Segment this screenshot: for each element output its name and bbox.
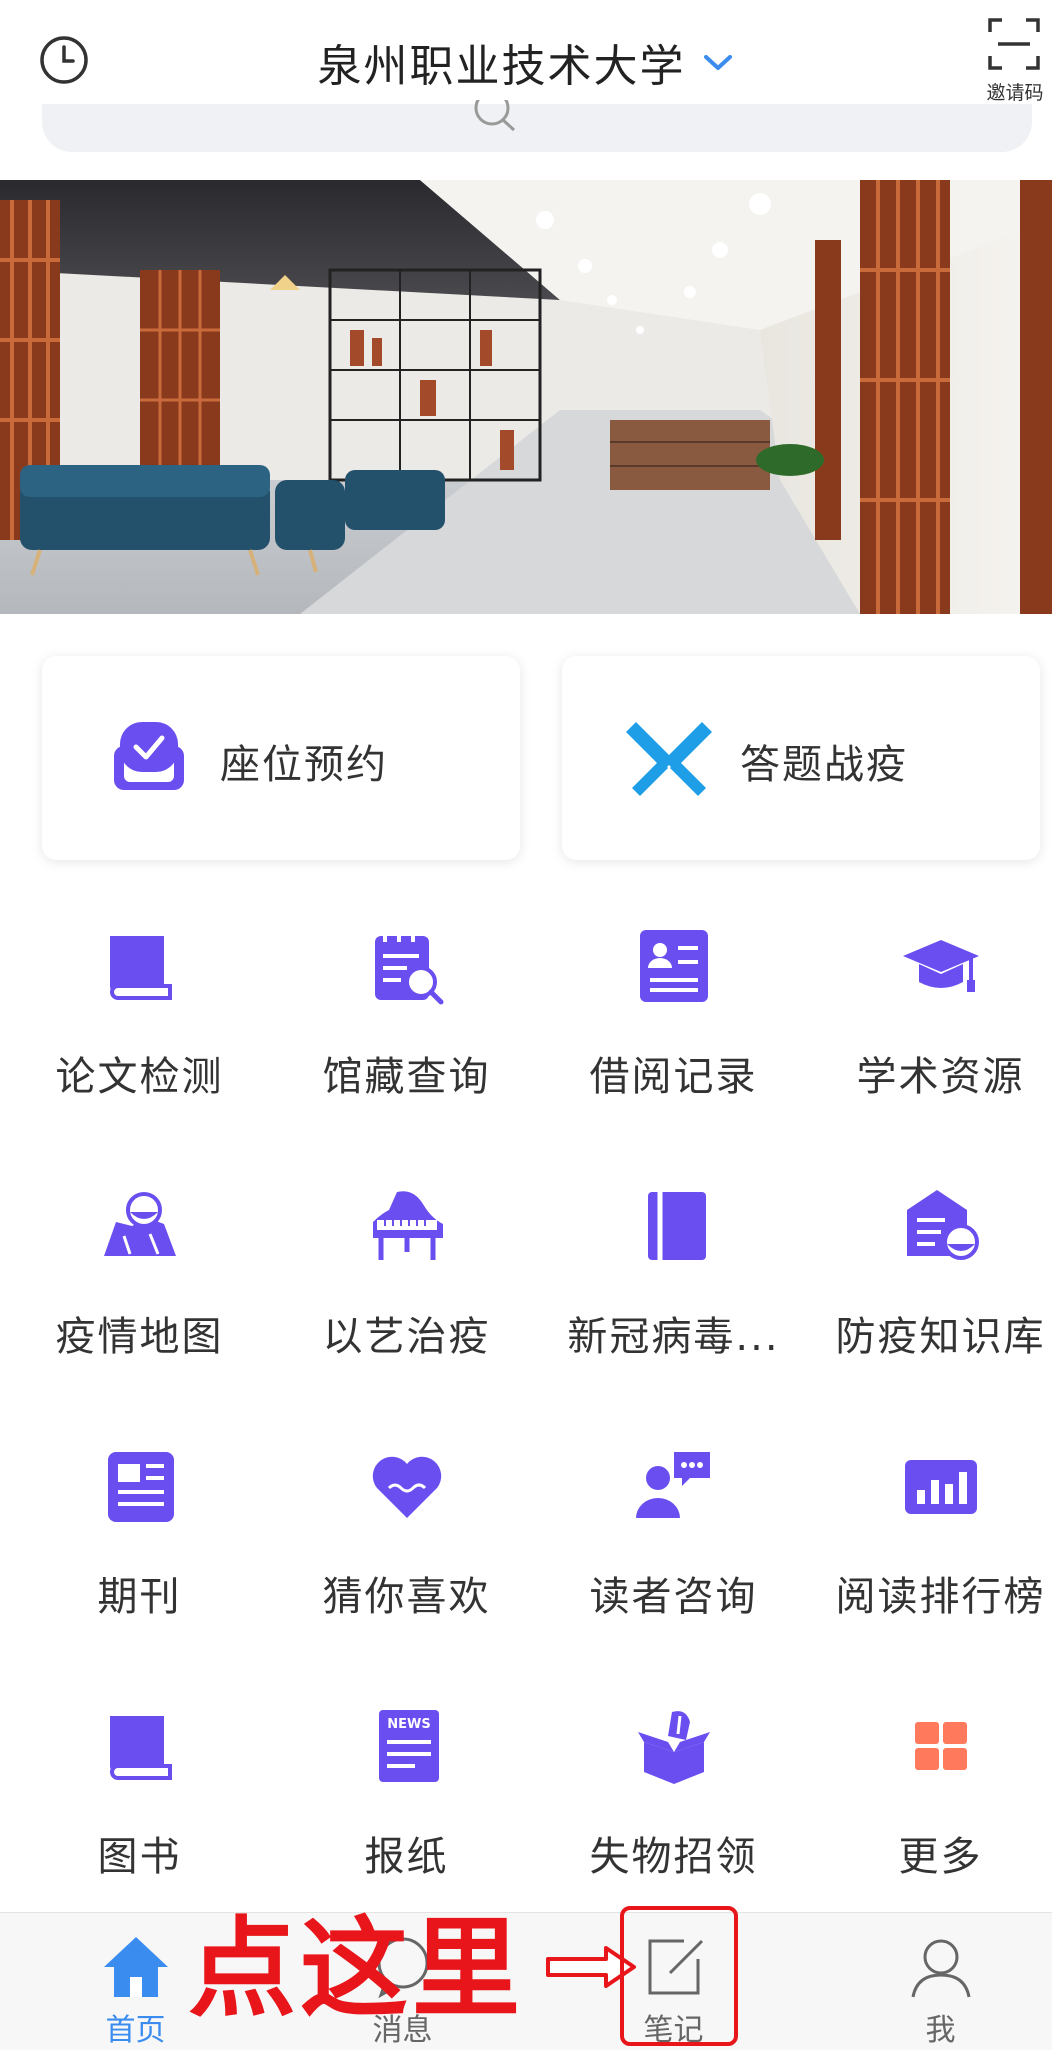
calendar-search-icon: [375, 930, 444, 1005]
seat-reservation-label: 座位预约: [220, 742, 388, 788]
chat-user-icon: [636, 1452, 710, 1518]
grid-item-label: 期刊: [97, 1574, 182, 1620]
more-grid-icon: [915, 1722, 967, 1770]
search-bar[interactable]: [42, 104, 1032, 152]
library-photo: [0, 180, 1052, 614]
invite-code-label[interactable]: 邀请码: [978, 78, 1052, 105]
journal-icon: [108, 1452, 174, 1522]
grid-item-label: 报纸: [364, 1834, 449, 1880]
heart-icon: [372, 1456, 442, 1518]
grid-item-label: 以艺治疫: [322, 1314, 491, 1360]
grid-item-lost-and-found[interactable]: 失物招领: [542, 1706, 805, 1906]
notes-highlight-box: [620, 1906, 738, 2046]
grid-item-label: 图书: [97, 1834, 182, 1880]
tutorial-annotation: 点这里: [188, 1907, 525, 2032]
book-icon: [110, 936, 172, 1000]
school-switcher[interactable]: 泉州职业技术大学: [0, 30, 1052, 94]
crossed-swords-icon: [626, 722, 712, 796]
bottom-nav: 首页 消息 笔记 我: [0, 1912, 1052, 2050]
grid-item-more[interactable]: 更多: [809, 1706, 1052, 1906]
quiz-fight-epidemic-card[interactable]: 答题战疫: [562, 656, 1040, 860]
piano-icon: [373, 1191, 443, 1260]
lost-found-box-icon: [638, 1711, 710, 1784]
search-icon[interactable]: [470, 100, 522, 136]
bar-chart-icon: [905, 1460, 977, 1514]
grid-item-label: 疫情地图: [55, 1314, 224, 1360]
grid-item-prevention-knowledge[interactable]: 防疫知识库: [809, 1186, 1052, 1386]
grid-item-art-fight-epidemic[interactable]: 以艺治疫: [275, 1186, 538, 1386]
grid-item-label: 学术资源: [856, 1054, 1025, 1100]
seat-reservation-icon: [114, 722, 184, 790]
grid-item-reading-ranking[interactable]: 阅读排行榜: [809, 1446, 1052, 1646]
quiz-fight-epidemic-label: 答题战疫: [740, 742, 908, 788]
book-icon: [110, 1716, 172, 1780]
grid-item-label: 借阅记录: [589, 1054, 758, 1100]
map-icon: [104, 1192, 176, 1256]
nav-item-me[interactable]: 我: [809, 1913, 1052, 2050]
grid-item-borrow-records[interactable]: 借阅记录: [542, 926, 805, 1126]
seat-reservation-card[interactable]: 座位预约: [42, 656, 520, 860]
grid-item-guess-you-like[interactable]: 猜你喜欢: [275, 1446, 538, 1646]
grid-item-label: 阅读排行榜: [835, 1574, 1046, 1620]
knowledge-base-icon: [907, 1190, 979, 1260]
grid-item-label: 防疫知识库: [835, 1314, 1046, 1360]
nav-label-me: 我: [925, 2013, 956, 2048]
graduation-cap-icon: [903, 940, 979, 992]
notebook-icon: [648, 1192, 706, 1260]
grid-item-label: 馆藏查询: [322, 1054, 491, 1100]
grid-item-label: 论文检测: [55, 1054, 224, 1100]
grid-item-label: 失物招领: [589, 1834, 758, 1880]
newspaper-icon: NEWS: [379, 1710, 439, 1782]
grid-item-label: 读者咨询: [589, 1574, 758, 1620]
grid-item-paper-check[interactable]: 论文检测: [8, 926, 271, 1126]
grid-item-epidemic-map[interactable]: 疫情地图: [8, 1186, 271, 1386]
grid-item-reader-consult[interactable]: 读者咨询: [542, 1446, 805, 1646]
page-title[interactable]: 泉州职业技术大学: [317, 30, 685, 94]
id-card-icon: [640, 930, 708, 1002]
grid-item-academic-resources[interactable]: 学术资源: [809, 926, 1052, 1126]
scan-icon[interactable]: [986, 16, 1042, 72]
grid-item-collection-search[interactable]: 馆藏查询: [275, 926, 538, 1126]
svg-text:NEWS: NEWS: [387, 1717, 430, 1732]
grid-item-newspapers[interactable]: NEWS 报纸: [275, 1706, 538, 1906]
grid-item-label: 更多: [898, 1834, 983, 1880]
home-icon: [104, 1937, 168, 1997]
grid-item-books[interactable]: 图书: [8, 1706, 271, 1906]
grid-item-label: 新冠病毒...: [567, 1314, 780, 1360]
library-banner[interactable]: [0, 180, 1052, 614]
grid-item-covid-virus[interactable]: 新冠病毒...: [542, 1186, 805, 1386]
person-icon: [911, 1939, 971, 1998]
grid-item-journals[interactable]: 期刊: [8, 1446, 271, 1646]
grid-item-label: 猜你喜欢: [322, 1574, 491, 1620]
chevron-down-icon[interactable]: [701, 51, 735, 73]
